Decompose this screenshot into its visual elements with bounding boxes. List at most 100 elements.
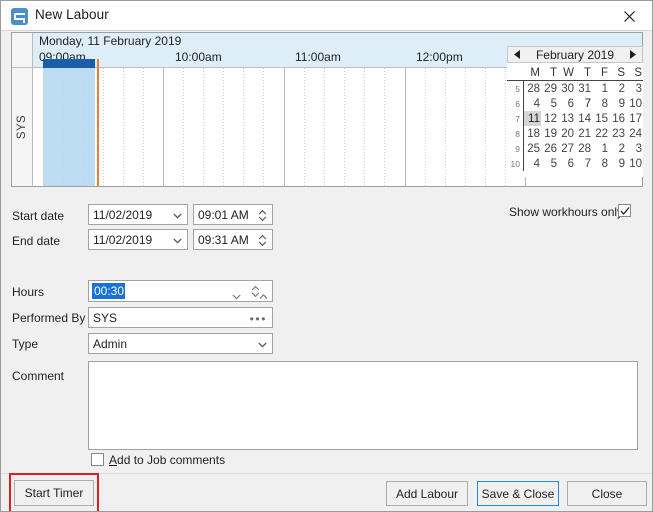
close-window-button[interactable] bbox=[608, 1, 652, 30]
selection-bar-header bbox=[43, 59, 95, 68]
calendar-day[interactable]: 5 bbox=[541, 96, 558, 111]
calendar-day[interactable]: 13 bbox=[558, 111, 575, 126]
calendar-day[interactable]: 28 bbox=[575, 141, 592, 156]
calendar-day[interactable]: 12 bbox=[541, 111, 558, 126]
time-spinner-icon[interactable] bbox=[258, 234, 267, 247]
calendar-day-today[interactable]: 7 bbox=[575, 96, 592, 111]
calendar-day[interactable]: 27 bbox=[558, 141, 575, 156]
calendar-day[interactable]: 10 bbox=[626, 96, 643, 111]
comment-textarea[interactable] bbox=[88, 361, 638, 450]
timeline-tick-2: 11:00am bbox=[295, 50, 341, 64]
calendar-week-number: 7 bbox=[507, 111, 524, 126]
type-select[interactable]: Admin bbox=[88, 333, 273, 354]
calendar-day[interactable]: 10 bbox=[626, 156, 643, 171]
calendar-day[interactable]: 19 bbox=[541, 126, 558, 141]
calendar-day[interactable]: 28 bbox=[524, 81, 542, 97]
mini-calendar[interactable]: February 2019 M T W T F S S 5 28 29 30 31 1 2 3… bbox=[507, 46, 643, 177]
calendar-day[interactable]: 29 bbox=[541, 81, 558, 97]
calendar-day-selected[interactable]: 11 bbox=[523, 111, 541, 126]
calendar-day[interactable]: 22 bbox=[592, 126, 609, 141]
calendar-day[interactable]: 1 bbox=[592, 81, 609, 97]
calendar-day[interactable]: 18 bbox=[524, 126, 542, 141]
start-date-value: 11/02/2019 bbox=[93, 208, 153, 222]
weekday-6: S bbox=[626, 65, 643, 81]
calendar-day[interactable]: 5 bbox=[541, 156, 558, 171]
window-title: New Labour bbox=[35, 7, 109, 22]
browse-ellipsis-button[interactable]: ••• bbox=[250, 313, 267, 325]
timeline-tick-3: 12:00pm bbox=[416, 50, 463, 64]
timeline-tick-1: 10:00am bbox=[175, 50, 222, 64]
calendar-day[interactable]: 9 bbox=[609, 156, 626, 171]
calendar-day[interactable]: 9 bbox=[609, 96, 626, 111]
calendar-day[interactable]: 16 bbox=[609, 111, 626, 126]
add-labour-button[interactable]: Add Labour bbox=[386, 481, 468, 506]
calendar-day[interactable]: 4 bbox=[524, 156, 542, 171]
calendar-day[interactable]: 1 bbox=[592, 141, 609, 156]
end-date-label: End date bbox=[12, 234, 61, 248]
calendar-week-row: 5 28 29 30 31 1 2 3 bbox=[507, 80, 643, 97]
now-marker-line bbox=[97, 68, 99, 186]
start-date-input[interactable]: 11/02/2019 bbox=[88, 204, 188, 225]
type-label: Type bbox=[12, 337, 39, 351]
new-labour-dialog: New Labour SYS Monday, 11 February 2019 … bbox=[0, 0, 653, 512]
calendar-day[interactable]: 25 bbox=[524, 141, 542, 156]
calendar-day[interactable]: 4 bbox=[524, 96, 542, 111]
calendar-week-row: 7 11 12 13 14 15 16 17 bbox=[507, 111, 643, 126]
chevron-down-icon[interactable] bbox=[173, 213, 182, 219]
hours-input[interactable]: 00:30 bbox=[88, 280, 273, 302]
end-date-input[interactable]: 11/02/2019 bbox=[88, 229, 188, 250]
accel-rest: dd to Job comments bbox=[117, 453, 226, 467]
calendar-day[interactable]: 17 bbox=[626, 111, 643, 126]
calendar-week-number: 5 bbox=[507, 80, 524, 96]
calendar-week-number: 10 bbox=[507, 156, 524, 171]
end-time-input[interactable]: 09:31 AM bbox=[193, 229, 273, 250]
calendar-day[interactable]: 30 bbox=[558, 81, 575, 97]
calendar-week-number: 8 bbox=[507, 126, 524, 141]
calendar-day[interactable]: 31 bbox=[575, 81, 592, 97]
time-spinner-icon[interactable] bbox=[258, 209, 267, 222]
calendar-day[interactable]: 23 bbox=[609, 126, 626, 141]
calendar-day[interactable]: 20 bbox=[558, 126, 575, 141]
calendar-day[interactable]: 14 bbox=[575, 111, 592, 126]
chevron-down-icon[interactable] bbox=[258, 342, 267, 348]
calendar-day[interactable]: 2 bbox=[609, 81, 626, 97]
calendar-day[interactable]: 8 bbox=[592, 96, 609, 111]
calendar-week-row: 8 18 19 20 21 22 23 24 bbox=[507, 126, 643, 141]
performed-by-input[interactable]: SYS ••• bbox=[88, 307, 273, 328]
calendar-day[interactable]: 2 bbox=[609, 141, 626, 156]
close-button[interactable]: Close bbox=[567, 481, 647, 506]
chevron-down-icon[interactable] bbox=[173, 238, 182, 244]
mini-calendar-nav: February 2019 bbox=[507, 46, 643, 63]
calendar-day[interactable]: 24 bbox=[626, 126, 643, 141]
start-time-input[interactable]: 09:01 AM bbox=[193, 204, 273, 225]
mini-calendar-grid[interactable]: M T W T F S S 5 28 29 30 31 1 2 3 6 4 5 6 7 8 9 10 7 11 12… bbox=[507, 65, 643, 171]
end-date-value: 11/02/2019 bbox=[93, 233, 153, 247]
next-month-button[interactable] bbox=[624, 47, 640, 62]
weekday-5: S bbox=[609, 65, 626, 81]
now-marker-header bbox=[97, 59, 99, 68]
chevron-down-icon[interactable] bbox=[232, 289, 241, 303]
comment-label: Comment bbox=[12, 369, 65, 383]
app-icon bbox=[11, 8, 28, 25]
calendar-day[interactable]: 6 bbox=[558, 96, 575, 111]
titlebar: New Labour bbox=[1, 1, 652, 31]
calendar-day[interactable]: 3 bbox=[626, 81, 643, 97]
calendar-week-row: 10 4 5 6 7 8 9 10 bbox=[507, 156, 643, 171]
resource-column-header bbox=[12, 33, 32, 68]
calendar-day[interactable]: 6 bbox=[558, 156, 575, 171]
calendar-day[interactable]: 7 bbox=[575, 156, 592, 171]
end-time-value: 09:31 AM bbox=[198, 233, 249, 247]
save-and-close-button[interactable]: Save & Close bbox=[477, 481, 559, 506]
type-value: Admin bbox=[93, 337, 128, 351]
mini-calendar-body: 5 28 29 30 31 1 2 3 6 4 5 6 7 8 9 10 7 11 12 13 14 15 16 17 8 18 1… bbox=[507, 80, 643, 171]
start-timer-button[interactable]: Start Timer bbox=[14, 480, 94, 506]
calendar-day[interactable]: 15 bbox=[592, 111, 609, 126]
chevron-up-icon[interactable] bbox=[259, 289, 268, 303]
show-workhours-checkbox[interactable] bbox=[618, 204, 631, 217]
calendar-day[interactable]: 3 bbox=[626, 141, 643, 156]
performed-by-value: SYS bbox=[93, 311, 118, 325]
calendar-day[interactable]: 26 bbox=[541, 141, 558, 156]
add-to-job-comments-checkbox[interactable] bbox=[91, 453, 104, 466]
calendar-day[interactable]: 21 bbox=[575, 126, 592, 141]
calendar-day[interactable]: 8 bbox=[592, 156, 609, 171]
